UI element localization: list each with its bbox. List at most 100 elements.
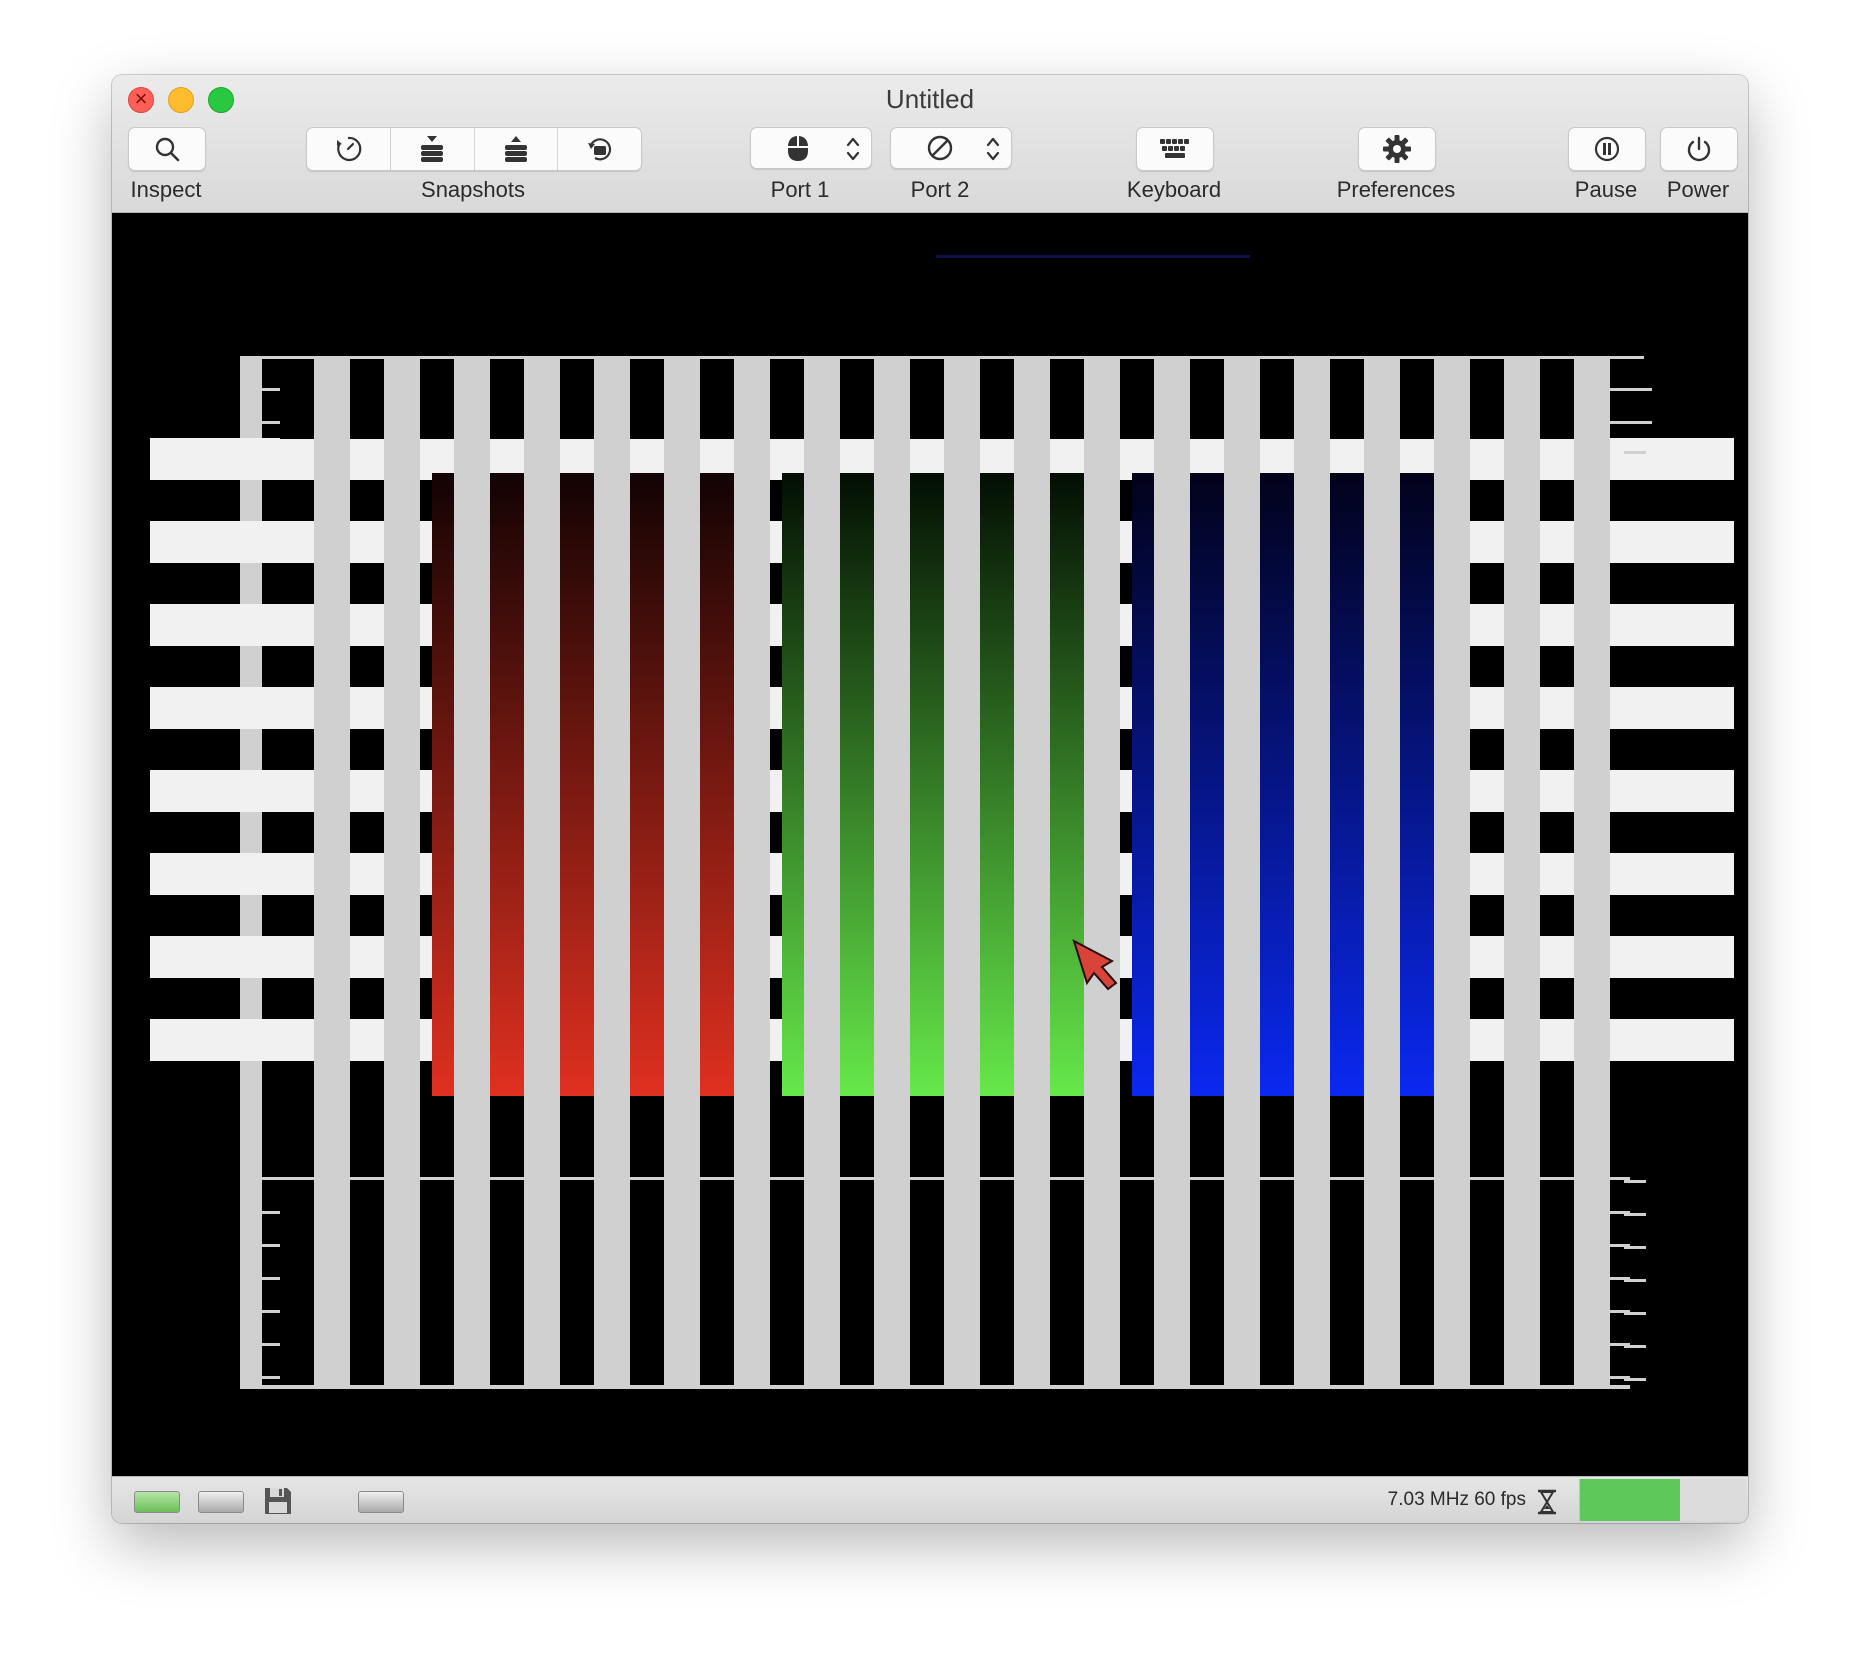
status-bar: 7.03 MHz 60 fps (112, 1476, 1748, 1523)
preferences-label: Preferences (1336, 177, 1456, 202)
mouse-icon (788, 136, 808, 161)
magnifier-icon (155, 137, 180, 162)
vertical-bar (1294, 359, 1330, 1385)
vertical-bar (1574, 359, 1610, 1385)
vertical-bar (1224, 359, 1260, 1385)
snapshot-take-button[interactable] (391, 128, 475, 170)
speed-readout: 7.03 MHz 60 fps (1387, 1489, 1526, 1510)
frame-line-top (240, 356, 1644, 359)
keyboard-icon (1160, 139, 1189, 158)
gear-icon (1383, 135, 1411, 163)
vertical-bar (1014, 359, 1050, 1385)
vertical-bar (1434, 359, 1470, 1385)
tick-mark (1624, 451, 1646, 454)
vertical-bar (804, 359, 840, 1385)
tick-mark (1624, 1180, 1646, 1183)
lower-black-stripe (280, 1180, 314, 1385)
upper-black-stripe (420, 359, 454, 439)
vertical-bar (874, 359, 910, 1385)
drive-led-3 (358, 1491, 404, 1513)
vertical-bar (1364, 359, 1400, 1385)
upper-black-stripe (560, 359, 594, 439)
emulator-display (150, 255, 1734, 1389)
speed-gauge (1579, 1479, 1746, 1521)
upper-black-stripe (1400, 359, 1434, 439)
hourglass-icon[interactable] (1536, 1489, 1558, 1515)
chevron-updown-icon (986, 137, 1000, 161)
tick-mark (1624, 388, 1646, 391)
tick-mark (1624, 1279, 1646, 1282)
lower-black-stripe (1540, 1180, 1574, 1385)
lower-black-stripe (1330, 1180, 1364, 1385)
lower-black-stripe (560, 1180, 594, 1385)
tick-mark (1624, 1246, 1646, 1249)
upper-black-stripe (280, 359, 314, 439)
snapshot-clock-icon (337, 136, 362, 161)
inspect-label: Inspect (130, 177, 202, 202)
speed-gauge-fill (1580, 1479, 1680, 1521)
tick-mark (1624, 421, 1646, 424)
port2-popup[interactable] (890, 127, 1012, 169)
power-button[interactable] (1660, 127, 1738, 171)
lower-black-stripe (840, 1180, 874, 1385)
chevron-updown-icon (846, 137, 860, 161)
vertical-bar (1084, 359, 1120, 1385)
snapshots-segmented-control (306, 127, 642, 171)
vertical-bar (594, 359, 630, 1385)
drive-led-1 (134, 1491, 180, 1513)
port1-popup[interactable] (750, 127, 872, 169)
vertical-bar (944, 359, 980, 1385)
title-bar: Untitled Inspect (112, 75, 1748, 213)
window-title: Untitled (885, 84, 975, 114)
lower-black-stripe (1120, 1180, 1154, 1385)
port2-label: Port 2 (910, 177, 970, 202)
keyboard-button[interactable] (1136, 127, 1214, 171)
floppy-disk-icon[interactable] (262, 1485, 294, 1517)
inspect-button[interactable] (128, 127, 206, 171)
snapshots-label: Snapshots (421, 177, 525, 202)
upper-black-stripe (980, 359, 1014, 439)
upper-black-stripe (1260, 359, 1294, 439)
upper-black-stripe (840, 359, 874, 439)
upper-black-stripe (1470, 359, 1504, 439)
snapshot-take-icon (421, 136, 444, 162)
lower-black-stripe (770, 1180, 804, 1385)
vertical-bar (314, 359, 350, 1385)
port1-label: Port 1 (770, 177, 830, 202)
emulator-screen[interactable] (112, 213, 1748, 1476)
lower-black-stripe (910, 1180, 944, 1385)
upper-black-stripe (630, 359, 664, 439)
power-icon (1687, 136, 1711, 162)
upper-black-stripe (700, 359, 734, 439)
upper-black-stripe (1050, 359, 1084, 439)
lower-black-stripe (420, 1180, 454, 1385)
lower-black-stripe (980, 1180, 1014, 1385)
upper-black-stripe (910, 359, 944, 439)
vertical-bar (1504, 359, 1540, 1385)
lower-black-stripe (630, 1180, 664, 1385)
pause-button[interactable] (1568, 127, 1646, 171)
snapshot-restore-button[interactable] (475, 128, 559, 170)
lower-black-stripe (1050, 1180, 1084, 1385)
keyboard-label: Keyboard (1126, 177, 1222, 202)
vertical-bar (734, 359, 770, 1385)
snapshot-clock-button[interactable] (307, 128, 391, 170)
upper-black-stripe (1190, 359, 1224, 439)
drive-led-2 (198, 1491, 244, 1513)
preferences-button[interactable] (1358, 127, 1436, 171)
lower-black-stripe (350, 1180, 384, 1385)
tick-mark (1624, 1378, 1646, 1381)
vertical-bar (1154, 359, 1190, 1385)
snapshot-browse-button[interactable] (558, 128, 641, 170)
upper-black-stripe (770, 359, 804, 439)
emulator-window: Untitled Inspect (112, 75, 1748, 1523)
none-slash-icon (927, 135, 953, 161)
power-label: Power (1666, 177, 1730, 202)
tick-mark (1624, 1345, 1646, 1348)
vertical-bar (664, 359, 700, 1385)
upper-black-stripe (1330, 359, 1364, 439)
upper-black-stripe (1540, 359, 1574, 439)
frame-line-bottom (240, 1177, 1630, 1180)
pause-label: Pause (1574, 177, 1638, 202)
snapshot-restore-icon (504, 136, 527, 162)
